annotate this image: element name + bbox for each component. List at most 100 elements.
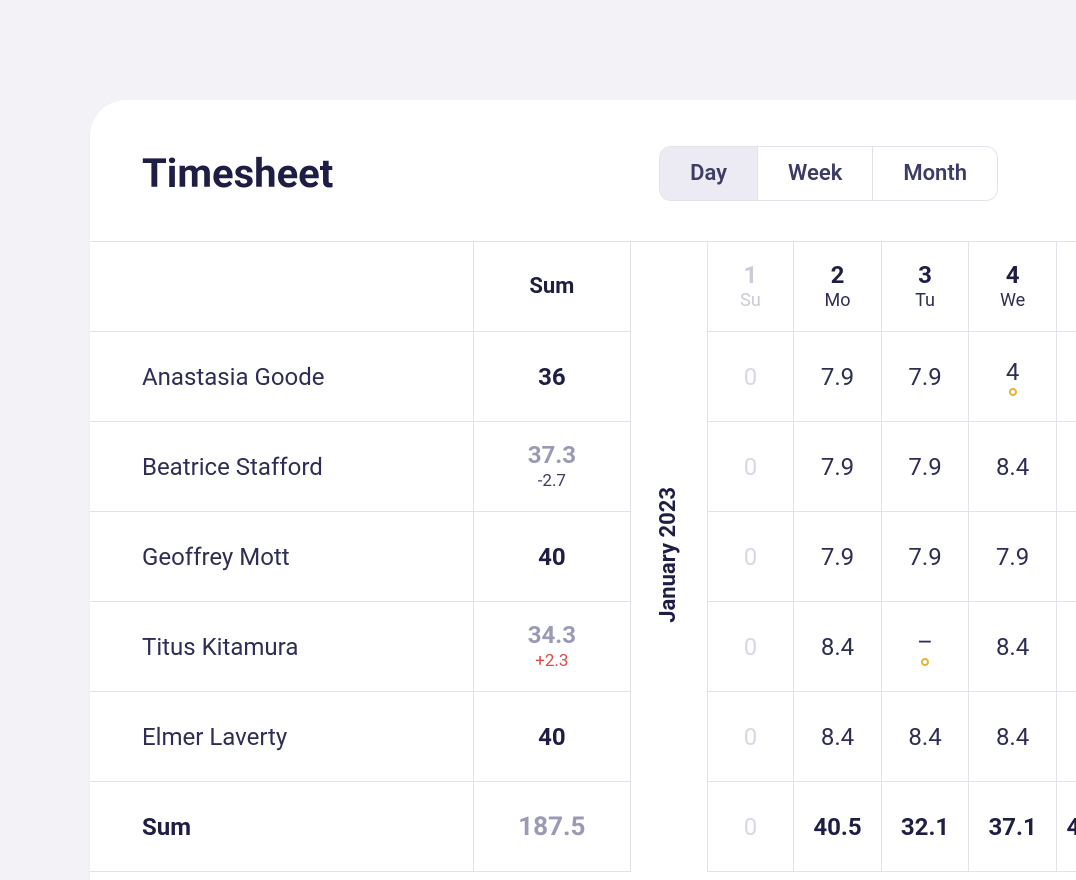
day-num: 2 bbox=[831, 261, 845, 290]
sum-value: 40 bbox=[538, 723, 566, 751]
hours-cell[interactable]: 0 bbox=[707, 602, 794, 692]
hours-cell-partial bbox=[1056, 602, 1076, 692]
month-label: January 2023 bbox=[656, 487, 681, 623]
day-header-partial bbox=[1056, 242, 1076, 332]
timesheet-table: Sum January 2023 1 Su 2 Mo bbox=[90, 241, 1076, 872]
hours-value: 8.4 bbox=[996, 633, 1029, 661]
sum-cell: 36 bbox=[474, 332, 631, 422]
hours-cell[interactable]: 8.4 bbox=[969, 422, 1057, 512]
sum-cell: 34.3 +2.3 bbox=[474, 602, 631, 692]
timesheet-card: Timesheet Day Week Month Sum January 202… bbox=[90, 100, 1076, 880]
hours-cell[interactable]: 8.4 bbox=[881, 692, 969, 782]
month-column: January 2023 bbox=[630, 242, 707, 872]
day-header-2[interactable]: 2 Mo bbox=[794, 242, 882, 332]
table-row: Anastasia Goode 36 0 7.9 7.9 4 bbox=[90, 332, 1076, 422]
name-header bbox=[90, 242, 474, 332]
sum-header-label: Sum bbox=[529, 274, 574, 299]
hours-value: 8.4 bbox=[908, 723, 941, 751]
sum-hours-value: 37.1 bbox=[988, 813, 1036, 841]
hours-cell[interactable]: 7.9 bbox=[794, 512, 882, 602]
employee-name[interactable]: Anastasia Goode bbox=[90, 332, 474, 422]
hours-value: 8.4 bbox=[996, 453, 1029, 481]
hours-cell[interactable]: – bbox=[881, 602, 969, 692]
timesheet-table-wrapper: Sum January 2023 1 Su 2 Mo bbox=[90, 241, 1076, 872]
hours-value: 0 bbox=[744, 453, 758, 481]
outer-card: Timesheet Day Week Month Sum January 202… bbox=[10, 18, 1068, 840]
sum-hours-cell: 37.1 bbox=[969, 782, 1057, 872]
marker-icon bbox=[1009, 388, 1017, 396]
hours-value: 0 bbox=[744, 633, 758, 661]
table-row: Beatrice Stafford 37.3 -2.7 0 7.9 7.9 8.… bbox=[90, 422, 1076, 512]
sum-hours-value: 40.5 bbox=[813, 813, 861, 841]
sum-total-value: 187.5 bbox=[518, 812, 585, 842]
sum-value: 37.3 bbox=[528, 441, 576, 469]
day-header-1[interactable]: 1 Su bbox=[707, 242, 794, 332]
hours-cell[interactable]: 0 bbox=[707, 692, 794, 782]
hours-cell[interactable]: 0 bbox=[707, 422, 794, 512]
employee-name[interactable]: Elmer Laverty bbox=[90, 692, 474, 782]
hours-value: – bbox=[917, 628, 933, 656]
hours-value: 0 bbox=[744, 723, 758, 751]
hours-cell[interactable]: 0 bbox=[707, 332, 794, 422]
hours-cell[interactable]: 8.4 bbox=[969, 692, 1057, 782]
hours-cell-partial bbox=[1056, 422, 1076, 512]
hours-value: 0 bbox=[744, 543, 758, 571]
hours-cell[interactable]: 0 bbox=[707, 512, 794, 602]
sum-value: 34.3 bbox=[528, 621, 576, 649]
hours-cell-partial bbox=[1056, 692, 1076, 782]
sum-cell: 37.3 -2.7 bbox=[474, 422, 631, 512]
hours-value: 8.4 bbox=[996, 723, 1029, 751]
day-header-4[interactable]: 4 We bbox=[969, 242, 1057, 332]
sum-value: 40 bbox=[538, 543, 566, 571]
sum-hours-cell: 32.1 bbox=[881, 782, 969, 872]
day-wd: Su bbox=[740, 290, 761, 312]
hours-cell[interactable]: 8.4 bbox=[794, 602, 882, 692]
day-num: 1 bbox=[744, 261, 758, 290]
hours-cell-partial bbox=[1056, 332, 1076, 422]
hours-value: 7.9 bbox=[908, 453, 941, 481]
hours-cell[interactable]: 7.9 bbox=[794, 332, 882, 422]
sum-header: Sum bbox=[474, 242, 631, 332]
hours-value: 4 bbox=[1006, 358, 1020, 386]
hours-cell[interactable]: 8.4 bbox=[794, 692, 882, 782]
day-num: 4 bbox=[1006, 261, 1020, 290]
hours-cell[interactable]: 7.9 bbox=[881, 422, 969, 512]
hours-cell-partial bbox=[1056, 512, 1076, 602]
day-header-3[interactable]: 3 Tu bbox=[881, 242, 969, 332]
marker-icon bbox=[921, 658, 929, 666]
hours-cell[interactable]: 4 bbox=[969, 332, 1057, 422]
sum-hours-value-partial: 4 bbox=[1063, 813, 1076, 841]
sum-total-cell: 187.5 bbox=[474, 782, 631, 872]
day-wd: We bbox=[1000, 290, 1025, 312]
table-row: Geoffrey Mott 40 0 7.9 7.9 7.9 bbox=[90, 512, 1076, 602]
sum-hours-cell: 0 bbox=[707, 782, 794, 872]
view-week-button[interactable]: Week bbox=[758, 147, 873, 200]
sum-delta: -2.7 bbox=[538, 471, 566, 491]
view-day-button[interactable]: Day bbox=[660, 147, 758, 200]
table-sum-row: Sum 187.5 0 40.5 32.1 37.1 4 bbox=[90, 782, 1076, 872]
hours-value: 7.9 bbox=[821, 543, 854, 571]
sum-delta: +2.3 bbox=[535, 651, 568, 671]
hours-cell[interactable]: 7.9 bbox=[969, 512, 1057, 602]
sum-value: 36 bbox=[538, 363, 566, 391]
hours-cell[interactable]: 7.9 bbox=[881, 332, 969, 422]
employee-name[interactable]: Titus Kitamura bbox=[90, 602, 474, 692]
hours-value: 8.4 bbox=[821, 633, 854, 661]
day-wd: Tu bbox=[915, 290, 935, 312]
sum-hours-cell-partial: 4 bbox=[1056, 782, 1076, 872]
hours-value: 7.9 bbox=[821, 453, 854, 481]
hours-value: 7.9 bbox=[996, 543, 1029, 571]
view-month-button[interactable]: Month bbox=[873, 147, 997, 200]
hours-cell[interactable]: 8.4 bbox=[969, 602, 1057, 692]
hours-cell[interactable]: 7.9 bbox=[794, 422, 882, 512]
sum-cell: 40 bbox=[474, 692, 631, 782]
view-toggle: Day Week Month bbox=[659, 146, 998, 201]
table-row: Titus Kitamura 34.3 +2.3 0 8.4 – 8.4 bbox=[90, 602, 1076, 692]
sum-row-label: Sum bbox=[90, 782, 474, 872]
employee-name[interactable]: Geoffrey Mott bbox=[90, 512, 474, 602]
hours-cell[interactable]: 7.9 bbox=[881, 512, 969, 602]
employee-name[interactable]: Beatrice Stafford bbox=[90, 422, 474, 512]
header: Timesheet Day Week Month bbox=[90, 100, 998, 241]
table-header-row: Sum January 2023 1 Su 2 Mo bbox=[90, 242, 1076, 332]
hours-value: 0 bbox=[744, 363, 758, 391]
